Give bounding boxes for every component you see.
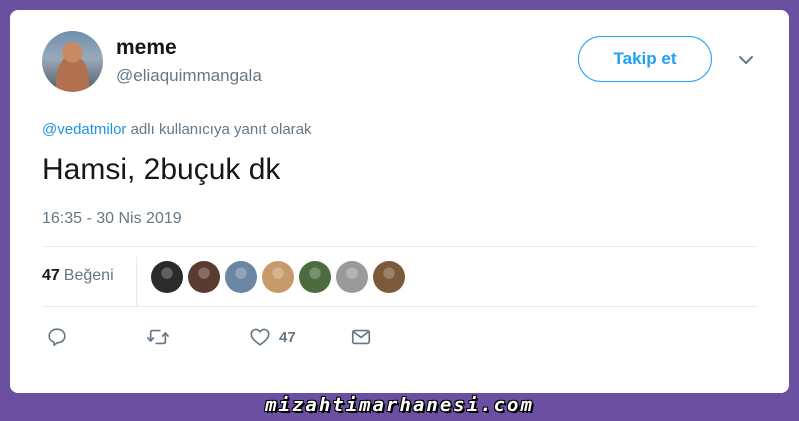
liker-avatar[interactable] [151, 261, 183, 293]
dm-button[interactable] [350, 326, 372, 348]
like-count: 47 [279, 328, 296, 346]
tweet-timestamp[interactable]: 16:35 - 30 Nis 2019 [42, 210, 182, 228]
watermark: mizahtimarhanesi.com [265, 394, 534, 416]
retweet-button[interactable] [146, 326, 170, 348]
reply-context: @vedatmilor adlı kullanıcıya yanıt olara… [42, 121, 312, 138]
liker-avatar[interactable] [336, 261, 368, 293]
liker-avatar[interactable] [299, 261, 331, 293]
retweet-icon [147, 329, 169, 345]
reply-context-text: adlı kullanıcıya yanıt olarak [126, 121, 312, 138]
liker-avatar[interactable] [225, 261, 257, 293]
heart-icon [250, 328, 270, 346]
like-button[interactable]: 47 [249, 326, 296, 348]
liker-avatar[interactable] [373, 261, 405, 293]
user-handle[interactable]: @eliaquimmangala [116, 66, 262, 86]
liker-avatar[interactable] [262, 261, 294, 293]
likes-stat[interactable]: 47 Beğeni [42, 267, 114, 285]
tweet-text: Hamsi, 2buçuk dk [42, 153, 281, 186]
liker-avatar[interactable] [188, 261, 220, 293]
mention-link[interactable]: @vedatmilor [42, 121, 126, 138]
chevron-down-icon[interactable] [736, 50, 756, 70]
likes-count: 47 [42, 267, 60, 284]
mail-icon [351, 329, 371, 345]
divider [42, 246, 758, 247]
tweet-card: meme @eliaquimmangala Takip et @vedatmil… [10, 10, 789, 393]
stat-divider [136, 257, 137, 306]
reply-icon [48, 328, 66, 347]
divider [42, 306, 758, 307]
follow-button[interactable]: Takip et [578, 36, 712, 82]
likes-label: Beğeni [63, 267, 114, 284]
avatar[interactable] [42, 31, 103, 92]
reply-button[interactable] [46, 326, 68, 348]
user-display-name[interactable]: meme [116, 36, 177, 60]
